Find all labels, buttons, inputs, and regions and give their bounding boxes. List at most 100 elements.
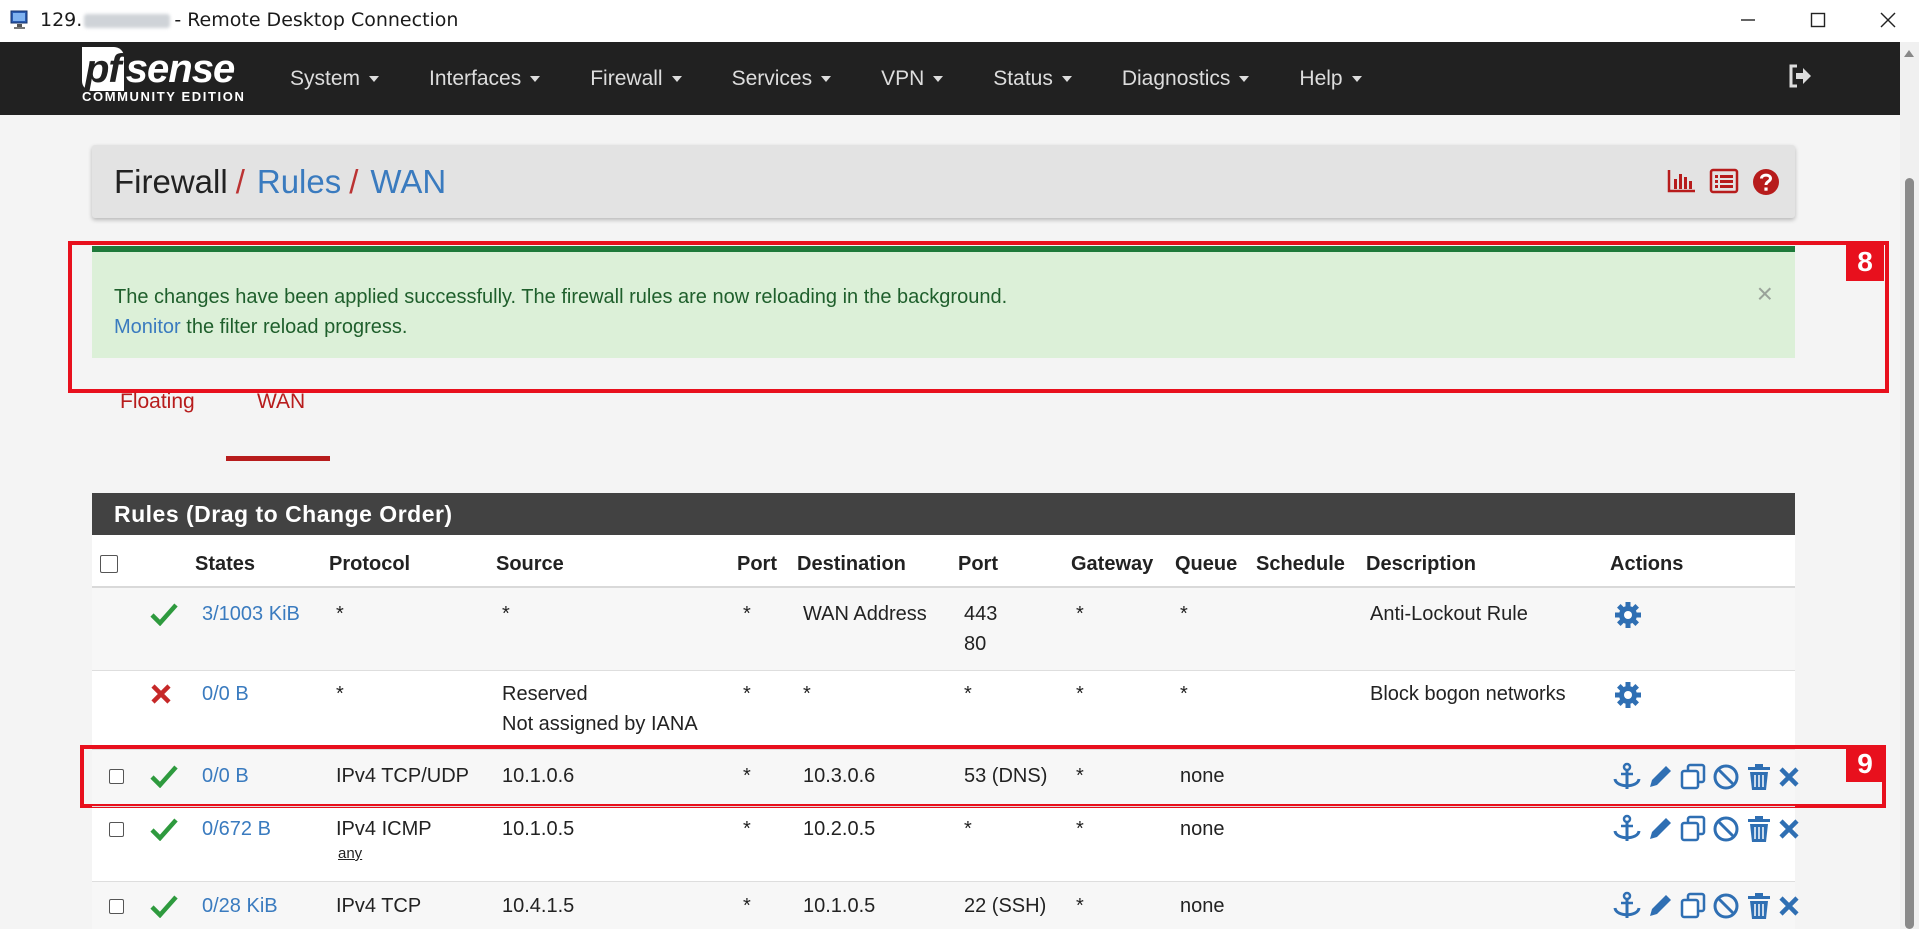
col-queue[interactable]: Queue	[1175, 553, 1237, 576]
logout-icon[interactable]	[1786, 62, 1814, 90]
bar-chart-icon[interactable]	[1667, 167, 1697, 195]
minimize-button[interactable]	[1718, 0, 1778, 40]
menu-interfaces[interactable]: Interfaces	[404, 42, 565, 115]
caret-down-icon	[671, 76, 682, 83]
list-icon[interactable]	[1709, 167, 1739, 195]
main-menu: System Interfaces Firewall Services VPN …	[265, 42, 1387, 115]
row-checkbox[interactable]	[109, 899, 124, 914]
annotation-box-8	[68, 241, 1889, 393]
anchor-icon[interactable]	[1612, 814, 1642, 844]
disable-ban-icon[interactable]	[1711, 891, 1741, 921]
caret-down-icon	[1061, 76, 1072, 83]
rule-destination-port: 443 80	[964, 603, 998, 655]
copy-icon[interactable]	[1678, 891, 1708, 921]
gear-icon[interactable]	[1614, 681, 1642, 709]
window-titlebar: 129. - Remote Desktop Connection	[0, 0, 1919, 42]
page-scrollbar[interactable]	[1900, 42, 1919, 929]
close-window-button[interactable]	[1858, 0, 1918, 40]
tab-wan[interactable]: WAN	[257, 390, 305, 414]
rule-queue: none	[1180, 818, 1225, 840]
pass-check-icon	[150, 818, 178, 841]
rule-protocol: IPv4 ICMP any	[336, 818, 432, 864]
icmp-type-any[interactable]: any	[338, 844, 432, 864]
breadcrumb-firewall: Firewall	[114, 163, 228, 200]
breadcrumb: Firewall / Rules / WAN	[114, 163, 447, 200]
rule-queue: *	[1180, 683, 1188, 705]
pass-check-icon	[150, 895, 178, 918]
edit-pencil-icon[interactable]	[1645, 814, 1675, 844]
maximize-icon	[1810, 12, 1826, 28]
col-destination[interactable]: Destination	[797, 553, 906, 576]
active-tab-indicator	[226, 456, 330, 461]
caret-down-icon	[1351, 76, 1362, 83]
rule-protocol: IPv4 TCP	[336, 895, 422, 917]
breadcrumb-panel: Firewall / Rules / WAN	[92, 145, 1795, 218]
col-schedule[interactable]: Schedule	[1256, 553, 1345, 576]
disable-ban-icon[interactable]	[1711, 814, 1741, 844]
rule-protocol: *	[336, 683, 344, 705]
gear-icon[interactable]	[1614, 601, 1642, 629]
rule-states[interactable]: 0/0 B	[202, 679, 249, 709]
breadcrumb-rules[interactable]: Rules	[257, 163, 341, 200]
rule-gateway: *	[1076, 818, 1084, 840]
breadcrumb-wan[interactable]: WAN	[370, 163, 446, 200]
caret-down-icon	[530, 76, 541, 83]
caret-down-icon	[821, 76, 832, 83]
window-title: 129. - Remote Desktop Connection	[40, 9, 459, 31]
rule-source: 10.4.1.5	[502, 895, 575, 917]
menu-help[interactable]: Help	[1274, 42, 1386, 115]
col-states[interactable]: States	[195, 553, 255, 576]
menu-vpn[interactable]: VPN	[856, 42, 968, 115]
block-x-icon	[151, 684, 171, 704]
row-checkbox[interactable]	[109, 822, 124, 837]
remote-desktop-icon	[10, 10, 28, 29]
rule-queue: *	[1180, 603, 1188, 625]
menu-system[interactable]: System	[265, 42, 404, 115]
rule-gateway: *	[1076, 895, 1084, 917]
col-description[interactable]: Description	[1366, 553, 1476, 576]
rule-states[interactable]: 3/1003 KiB	[202, 599, 300, 629]
anchor-icon[interactable]	[1612, 891, 1642, 921]
col-actions: Actions	[1610, 553, 1684, 575]
delete-x-icon[interactable]	[1777, 814, 1801, 844]
rule-source-port: *	[743, 895, 751, 917]
menu-status[interactable]: Status	[968, 42, 1097, 115]
select-all-checkbox[interactable]	[100, 555, 118, 573]
copy-icon[interactable]	[1678, 814, 1708, 844]
scroll-up-icon[interactable]	[1904, 50, 1914, 57]
scroll-thumb[interactable]	[1905, 178, 1914, 929]
row-actions	[1612, 814, 1801, 844]
redacted-ip	[84, 13, 171, 28]
rule-source: 10.1.0.5	[502, 818, 575, 840]
table-row[interactable]	[92, 588, 1795, 670]
rule-source: Reserved Not assigned by IANA	[502, 683, 698, 735]
rule-destination: 10.1.0.5	[803, 895, 876, 917]
col-source-port[interactable]: Port	[737, 553, 777, 576]
delete-x-icon[interactable]	[1777, 891, 1801, 921]
menu-diagnostics[interactable]: Diagnostics	[1097, 42, 1275, 115]
maximize-button[interactable]	[1788, 0, 1848, 40]
caret-down-icon	[1239, 76, 1250, 83]
rule-destination: WAN Address	[803, 603, 927, 625]
rule-destination-port: 22 (SSH)	[964, 895, 1047, 917]
col-gateway[interactable]: Gateway	[1071, 553, 1153, 576]
rule-states[interactable]: 0/672 B	[202, 814, 271, 844]
trash-icon[interactable]	[1744, 891, 1774, 921]
rule-gateway: *	[1076, 603, 1084, 625]
col-protocol[interactable]: Protocol	[329, 553, 410, 576]
annotation-label-9: 9	[1846, 746, 1884, 782]
pfsense-logo[interactable]: pf sense COMMUNITY EDITION	[82, 47, 245, 104]
rule-destination-port: *	[964, 683, 972, 705]
trash-icon[interactable]	[1744, 814, 1774, 844]
col-source[interactable]: Source	[496, 553, 564, 576]
caret-down-icon	[933, 76, 944, 83]
tab-floating[interactable]: Floating	[120, 390, 195, 414]
rule-states[interactable]: 0/28 KiB	[202, 891, 278, 921]
rule-source-port: *	[743, 603, 751, 625]
help-icon[interactable]	[1751, 167, 1781, 197]
annotation-box-9	[80, 745, 1886, 808]
col-destination-port[interactable]: Port	[958, 553, 998, 576]
menu-services[interactable]: Services	[707, 42, 857, 115]
menu-firewall[interactable]: Firewall	[565, 42, 706, 115]
edit-pencil-icon[interactable]	[1645, 891, 1675, 921]
